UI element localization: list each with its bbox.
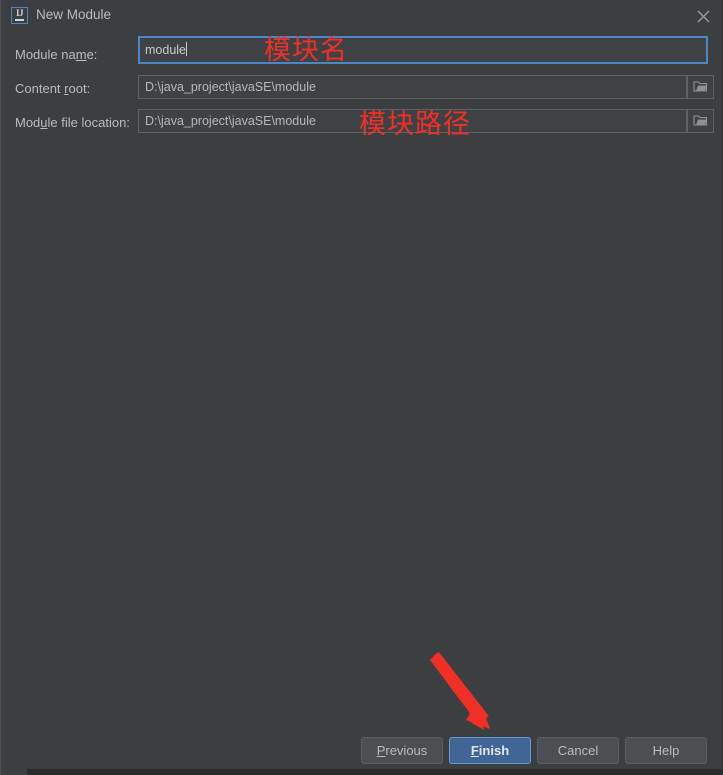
- button-label: Cancel: [557, 743, 599, 758]
- label-text-before: Mod: [15, 115, 41, 130]
- cancel-button[interactable]: Cancel: [537, 737, 619, 764]
- label-text-after: e:: [86, 47, 98, 62]
- module-file-location-label: Module file location:: [15, 115, 130, 130]
- module-name-value: module: [145, 43, 186, 57]
- button-label: inish: [478, 743, 510, 758]
- button-mnemonic: F: [470, 743, 479, 758]
- intellij-idea-icon: IJ: [11, 7, 28, 24]
- bottom-strip: [1, 769, 722, 775]
- button-label: revious: [385, 743, 428, 758]
- finish-button[interactable]: Finish: [449, 737, 531, 764]
- bottom-left-nub: [1, 769, 27, 775]
- dialog-titlebar: IJ New Module: [1, 0, 722, 33]
- label-text-before: Module na: [15, 47, 76, 62]
- annotation-arrow-to-finish: [426, 648, 526, 743]
- module-name-label: Module name:: [15, 47, 97, 62]
- label-mnemonic: u: [40, 115, 48, 130]
- content-root-input[interactable]: D:\java_project\javaSE\module: [138, 75, 687, 99]
- button-label: Help: [652, 743, 680, 758]
- new-module-dialog: IJ New Module Module name: Content root:…: [0, 0, 723, 775]
- label-mnemonic: m: [75, 47, 87, 62]
- help-button[interactable]: Help: [625, 737, 707, 764]
- content-root-value: D:\java_project\javaSE\module: [145, 80, 316, 94]
- text-caret: [186, 42, 187, 56]
- annotation-module-name: 模块名: [264, 35, 348, 66]
- previous-button[interactable]: Previous: [361, 737, 443, 764]
- close-icon[interactable]: [690, 4, 716, 28]
- annotation-module-path: 模块路径: [359, 109, 471, 140]
- module-name-input[interactable]: module: [138, 36, 708, 64]
- label-text-after: oot:: [68, 81, 91, 96]
- folder-icon[interactable]: [687, 75, 714, 99]
- folder-icon[interactable]: [687, 109, 714, 133]
- label-text-after: le file location:: [47, 115, 130, 130]
- label-text-before: Content: [15, 81, 65, 96]
- content-root-label: Content root:: [15, 81, 90, 96]
- module-file-location-value: D:\java_project\javaSE\module: [145, 114, 316, 128]
- dialog-title: New Module: [36, 7, 112, 22]
